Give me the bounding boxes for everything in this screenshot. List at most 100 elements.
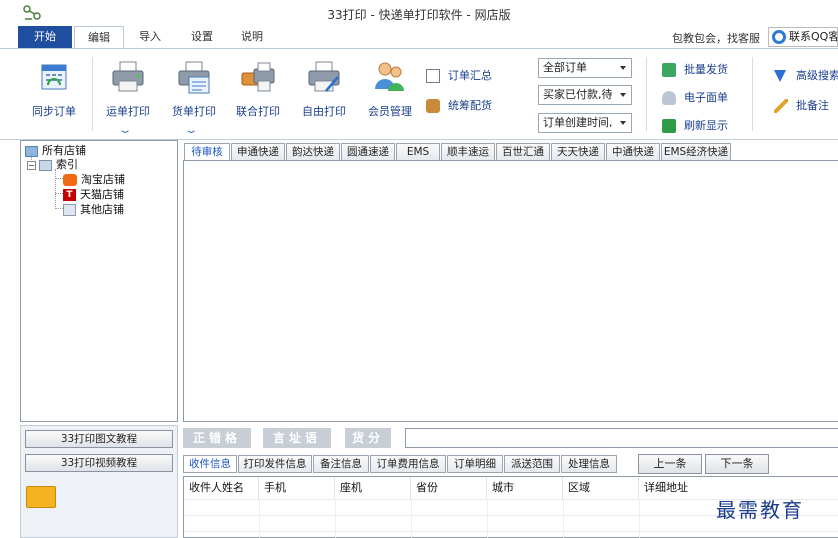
status-ghost-char: 语 xyxy=(305,431,322,445)
grid-line xyxy=(563,499,564,538)
refresh-icon xyxy=(662,119,676,133)
tab-import[interactable]: 导入 xyxy=(128,26,172,48)
status-ghost-button[interactable]: 言址语 xyxy=(263,428,331,448)
video-tutorial-button[interactable]: 33打印视频教程 xyxy=(25,454,173,472)
status-ghost-char: 错 xyxy=(208,431,225,445)
tab-recipient-info[interactable]: 收件信息 xyxy=(183,455,237,473)
tab-sto-express[interactable]: 申通快递 xyxy=(231,143,285,161)
tree-connector xyxy=(55,169,56,209)
column-header[interactable]: 城市 xyxy=(487,477,563,499)
tab-sf-express[interactable]: 顺丰速运 xyxy=(441,143,495,161)
taobao-icon xyxy=(63,174,77,186)
tab-remark-info[interactable]: 备注信息 xyxy=(313,455,369,473)
collapse-toggle-icon[interactable]: − xyxy=(27,160,36,170)
chevron-down-icon xyxy=(620,121,626,125)
sync-orders-label: 同步订单 xyxy=(32,105,76,118)
waybill-print-label: 运单打印 xyxy=(106,105,150,118)
ribbon-panel: 同步订单 运单打印 ⌄ 货单打印 ⌄ 联合打印 自由打印 会员管理 订单汇总 统… xyxy=(0,48,838,140)
tab-sender-info[interactable]: 打印发件信息 xyxy=(238,455,312,473)
sort-order-select[interactable]: 订单创建时间, xyxy=(538,113,632,133)
tab-start[interactable]: 开始 xyxy=(18,26,72,48)
status-filter-row: 正错格 言址语 货分 xyxy=(183,428,838,448)
pencil-icon xyxy=(774,99,788,113)
allocate-goods-button[interactable]: 统筹配货 xyxy=(426,97,492,113)
free-printer-icon xyxy=(308,61,340,92)
column-header[interactable]: 手机 xyxy=(259,477,335,499)
tree-item-label: 淘宝店铺 xyxy=(81,173,125,186)
window-title: 33打印 - 快递单打印软件 - 网店版 xyxy=(327,8,511,22)
tab-settings[interactable]: 设置 xyxy=(180,26,224,48)
free-print-button[interactable]: 自由打印 xyxy=(294,49,354,125)
tmall-icon: T xyxy=(63,189,76,201)
printer-icon xyxy=(112,61,144,92)
column-header[interactable]: 收件人姓名 xyxy=(184,477,259,499)
status-ghost-char: 货 xyxy=(351,431,368,445)
tree-item-tmall[interactable]: T 天猫店铺 xyxy=(63,186,124,202)
column-header[interactable]: 省份 xyxy=(411,477,487,499)
member-management-button[interactable]: 会员管理 xyxy=(360,49,420,125)
tab-process-info[interactable]: 处理信息 xyxy=(561,455,617,473)
qq-icon xyxy=(772,30,786,44)
filter-icon xyxy=(774,70,786,82)
e-waybill-label: 电子面单 xyxy=(684,91,728,104)
status-ghost-char: 分 xyxy=(368,431,385,445)
refresh-button[interactable]: 刷新显示 xyxy=(662,117,728,133)
column-header[interactable]: 区域 xyxy=(563,477,639,499)
tree-item-other[interactable]: 其他店铺 xyxy=(63,201,124,217)
status-ghost-char: 正 xyxy=(192,431,209,445)
combined-print-button[interactable]: 联合打印 xyxy=(228,49,288,125)
e-waybill-button[interactable]: 电子面单 xyxy=(662,89,728,105)
ribbon-divider xyxy=(92,57,93,131)
tree-connector xyxy=(55,208,63,209)
tab-zto-express[interactable]: 中通快递 xyxy=(606,143,660,161)
column-header[interactable]: 座机 xyxy=(335,477,411,499)
tab-tiantian-express[interactable]: 天天快递 xyxy=(551,143,605,161)
contact-qq-button[interactable]: 联系QQ客服 xyxy=(768,27,838,47)
cloud-icon xyxy=(662,91,676,105)
chevron-down-icon xyxy=(620,66,626,70)
tab-yunda-express[interactable]: 韵达快递 xyxy=(286,143,340,161)
invoice-dropdown-chevron-icon[interactable]: ⌄ xyxy=(184,125,199,136)
clipboard-icon xyxy=(426,69,440,83)
tree-group-index[interactable]: − 索引 xyxy=(27,156,78,172)
status-ghost-button[interactable]: 正错格 xyxy=(183,428,251,448)
invoice-print-button[interactable]: 货单打印 xyxy=(162,49,226,125)
card-icon[interactable] xyxy=(26,486,56,508)
tab-ems-economy[interactable]: EMS经济快递 xyxy=(661,143,731,161)
tab-pending-review[interactable]: 待审核 xyxy=(184,143,230,161)
batch-note-button[interactable]: 批备注 xyxy=(774,97,829,113)
invoice-print-label: 货单打印 xyxy=(172,105,216,118)
tree-item-taobao[interactable]: 淘宝店铺 xyxy=(63,171,125,187)
sync-orders-button[interactable]: 同步订单 xyxy=(24,49,84,139)
tab-delivery-range[interactable]: 派送范围 xyxy=(504,455,560,473)
batch-note-label: 批备注 xyxy=(796,99,829,112)
waybill-dropdown-chevron-icon[interactable]: ⌄ xyxy=(118,125,133,136)
generic-shop-icon xyxy=(63,204,76,216)
status-input[interactable] xyxy=(405,428,838,448)
payment-status-select[interactable]: 买家已付款,待 xyxy=(538,85,632,105)
order-list-area[interactable] xyxy=(183,160,838,422)
status-ghost-button[interactable]: 货分 xyxy=(345,428,391,448)
tab-edit[interactable]: 编辑 xyxy=(74,26,124,49)
tutorial-panel: 33打印图文教程 33打印视频教程 xyxy=(20,425,178,538)
order-filter-value: 全部订单 xyxy=(543,61,587,74)
ribbon-divider xyxy=(752,57,753,131)
tab-best-express[interactable]: 百世汇通 xyxy=(496,143,550,161)
title-bar: 33打印 - 快递单打印软件 - 网店版 xyxy=(0,0,838,26)
previous-button[interactable]: 上一条 xyxy=(638,454,702,474)
tab-fee-info[interactable]: 订单费用信息 xyxy=(370,455,446,473)
tab-order-detail[interactable]: 订单明细 xyxy=(447,455,503,473)
text-tutorial-button[interactable]: 33打印图文教程 xyxy=(25,430,173,448)
waybill-print-button[interactable]: 运单打印 xyxy=(96,49,160,125)
advanced-search-button[interactable]: 高级搜索 xyxy=(774,67,838,83)
batch-ship-button[interactable]: 批量发货 xyxy=(662,61,728,77)
order-filter-select[interactable]: 全部订单 xyxy=(538,58,632,78)
grid-line xyxy=(335,499,336,538)
ribbon-divider xyxy=(646,57,647,131)
tab-help[interactable]: 说明 xyxy=(230,26,274,48)
tab-yto-express[interactable]: 圆通速递 xyxy=(341,143,395,161)
order-summary-button[interactable]: 订单汇总 xyxy=(426,67,492,83)
next-button[interactable]: 下一条 xyxy=(705,454,769,474)
tab-ems[interactable]: EMS xyxy=(396,143,440,161)
status-ghost-char: 址 xyxy=(288,431,305,445)
